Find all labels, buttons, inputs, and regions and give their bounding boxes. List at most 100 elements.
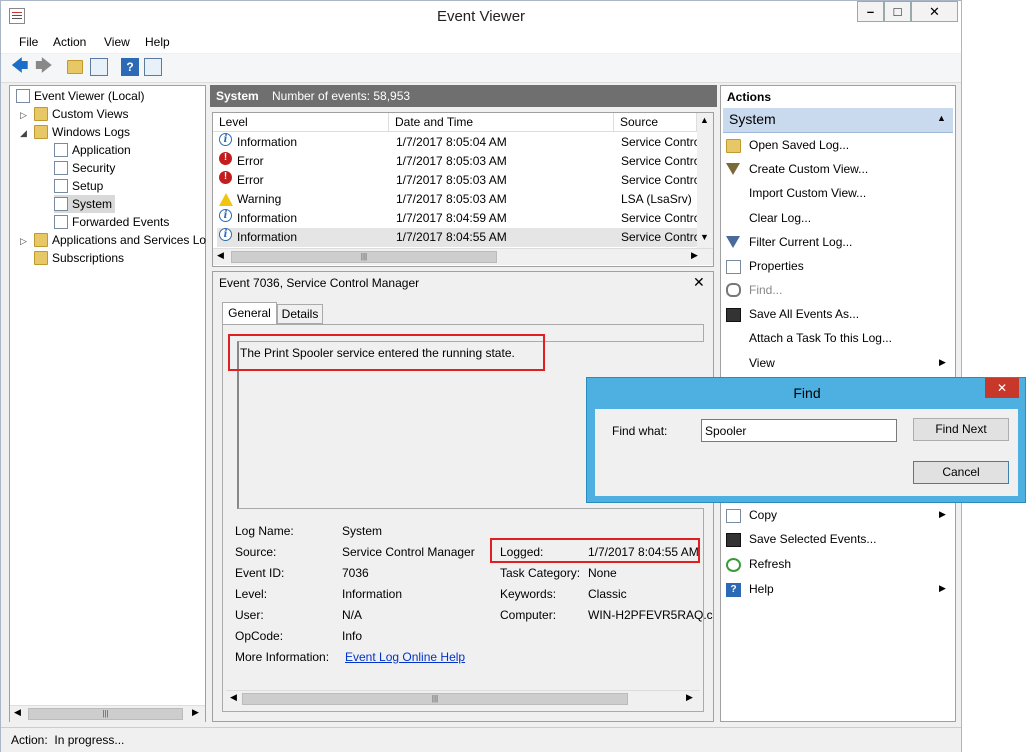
column-header-date-time[interactable]: Date and Time: [389, 113, 614, 132]
event-viewer-window: Event Viewer – □ ✕ File Action View Help…: [0, 0, 962, 752]
detail-horizontal-scrollbar[interactable]: ◀ ||| ▶: [226, 690, 700, 707]
scroll-right-arrow-icon[interactable]: ▶: [192, 707, 199, 718]
expand-arrow-icon[interactable]: ▷: [20, 236, 27, 247]
scroll-right-arrow-icon[interactable]: ▶: [691, 250, 698, 261]
collapse-section-icon[interactable]: ▲: [937, 113, 946, 123]
find-dialog-close-button[interactable]: ✕: [985, 378, 1019, 398]
menu-file[interactable]: File: [19, 35, 38, 49]
column-header-source[interactable]: Source: [614, 113, 697, 132]
menu-help[interactable]: Help: [145, 35, 170, 49]
action-properties[interactable]: Properties: [749, 255, 804, 277]
tree-item-subscriptions[interactable]: Subscriptions: [34, 249, 124, 267]
action-open-saved-log[interactable]: Open Saved Log...: [749, 134, 849, 156]
status-bar: Action: In progress...: [1, 727, 961, 752]
back-arrow-icon[interactable]: 🡄: [11, 57, 29, 76]
log-icon: [54, 179, 68, 193]
tree-item-windows-logs[interactable]: Windows Logs: [34, 123, 130, 141]
action-view[interactable]: View: [749, 352, 949, 374]
event-row-selected[interactable]: i Information 1/7/2017 8:04:55 AM Servic…: [217, 228, 700, 247]
tree-item-applications-and-services[interactable]: Applications and Services Lo: [34, 231, 206, 249]
scroll-up-arrow-icon[interactable]: ▲: [700, 115, 709, 125]
console-tree: Event Viewer (Local) ▷ Custom Views ◢ Wi…: [9, 85, 206, 722]
action-attach-task[interactable]: Attach a Task To this Log...: [749, 327, 892, 349]
expand-arrow-icon[interactable]: ▷: [20, 110, 27, 121]
action-clear-log[interactable]: Clear Log...: [749, 207, 811, 229]
cancel-button[interactable]: Cancel: [913, 461, 1009, 484]
log-name: System: [216, 89, 259, 103]
event-list-horizontal-scrollbar[interactable]: ◀ ||| ▶: [213, 248, 713, 265]
column-header-level[interactable]: Level: [213, 113, 389, 132]
help-icon: ?: [726, 583, 741, 597]
show-hide-tree-icon[interactable]: [90, 58, 108, 76]
toolbar: 🡄 🡆 ?: [1, 54, 961, 83]
scroll-left-arrow-icon[interactable]: ◀: [14, 707, 21, 718]
user-label: User:: [235, 608, 264, 622]
menu-action[interactable]: Action: [53, 35, 86, 49]
more-information-label: More Information:: [235, 650, 330, 664]
log-icon: [54, 215, 68, 229]
tree-horizontal-scrollbar[interactable]: ◀ ||| ▶: [10, 705, 205, 722]
tree-item-security[interactable]: Security: [54, 159, 115, 177]
source-label: Source:: [235, 545, 277, 559]
log-icon: [54, 161, 68, 175]
action-save-selected-events[interactable]: Save Selected Events...: [749, 528, 876, 550]
event-row[interactable]: ! Error 1/7/2017 8:05:03 AM Service Cont…: [217, 171, 700, 190]
tab-details[interactable]: Details: [277, 304, 323, 324]
tree-item-setup[interactable]: Setup: [54, 177, 103, 195]
subscriptions-icon: [34, 251, 48, 265]
action-copy[interactable]: Copy: [749, 504, 777, 526]
tab-general[interactable]: General: [222, 302, 277, 325]
action-filter-current-log[interactable]: Filter Current Log...: [749, 231, 852, 253]
status-text: Action: In progress...: [11, 733, 125, 747]
tree-item-custom-views[interactable]: Custom Views: [34, 105, 128, 123]
title-bar: Event Viewer – □ ✕: [1, 1, 961, 32]
actions-section-system[interactable]: System ▲: [723, 108, 953, 133]
logged-highlight-box: [490, 538, 700, 563]
tree-item-event-viewer-local[interactable]: Event Viewer (Local): [16, 87, 145, 105]
close-detail-icon[interactable]: ✕: [693, 274, 705, 291]
event-log-online-help-link[interactable]: Event Log Online Help: [345, 650, 465, 664]
show-hide-action-pane-icon[interactable]: [144, 58, 162, 76]
scroll-left-arrow-icon[interactable]: ◀: [217, 250, 224, 261]
level-label: Level:: [235, 587, 268, 601]
menu-view[interactable]: View: [104, 35, 130, 49]
collapse-arrow-icon[interactable]: ◢: [20, 128, 27, 139]
computer-value: WIN-H2PFEVR5RAQ.c: [588, 608, 713, 622]
scrollbar-thumb[interactable]: |||: [28, 708, 183, 720]
window-title: Event Viewer: [436, 8, 526, 25]
scrollbar-thumb[interactable]: |||: [231, 251, 497, 263]
event-row[interactable]: i Information 1/7/2017 8:05:04 AM Servic…: [217, 133, 700, 152]
find-next-button[interactable]: Find Next: [913, 418, 1009, 441]
help-icon[interactable]: ?: [121, 58, 139, 76]
action-find[interactable]: Find...: [749, 279, 782, 301]
maximize-button[interactable]: □: [884, 1, 911, 22]
action-help[interactable]: Help: [749, 578, 774, 600]
tree-item-system[interactable]: System: [54, 195, 116, 213]
up-folder-icon[interactable]: [67, 60, 83, 74]
minimize-button[interactable]: –: [857, 1, 884, 22]
scroll-right-arrow-icon[interactable]: ▶: [686, 692, 693, 703]
tree-item-forwarded-events[interactable]: Forwarded Events: [54, 213, 169, 231]
action-import-custom-view[interactable]: Import Custom View...: [749, 182, 866, 204]
action-save-all-events-as[interactable]: Save All Events As...: [749, 303, 859, 325]
event-count: Number of events: 58,953: [272, 89, 411, 103]
level-value: Information: [342, 587, 403, 601]
log-name-label: Log Name:: [235, 524, 294, 538]
computer-label: Computer:: [500, 608, 557, 622]
close-button[interactable]: ✕: [911, 1, 958, 22]
event-list-vertical-scrollbar[interactable]: ▲ ▼: [697, 113, 713, 248]
event-row[interactable]: ! Error 1/7/2017 8:05:03 AM Service Cont…: [217, 152, 700, 171]
opcode-label: OpCode:: [235, 629, 284, 643]
tree-item-application[interactable]: Application: [54, 141, 131, 159]
event-row[interactable]: Warning 1/7/2017 8:05:03 AM LSA (LsaSrv): [217, 190, 697, 209]
log-icon: [54, 197, 68, 211]
forward-arrow-icon[interactable]: 🡆: [35, 57, 53, 76]
menu-bar: File Action View Help: [1, 32, 961, 53]
event-row[interactable]: i Information 1/7/2017 8:04:59 AM Servic…: [217, 209, 700, 228]
action-refresh[interactable]: Refresh: [749, 553, 791, 575]
scrollbar-thumb[interactable]: |||: [242, 693, 628, 705]
scroll-down-arrow-icon[interactable]: ▼: [700, 232, 709, 242]
find-what-input[interactable]: [701, 419, 897, 442]
action-create-custom-view[interactable]: Create Custom View...: [749, 158, 868, 180]
scroll-left-arrow-icon[interactable]: ◀: [230, 692, 237, 703]
